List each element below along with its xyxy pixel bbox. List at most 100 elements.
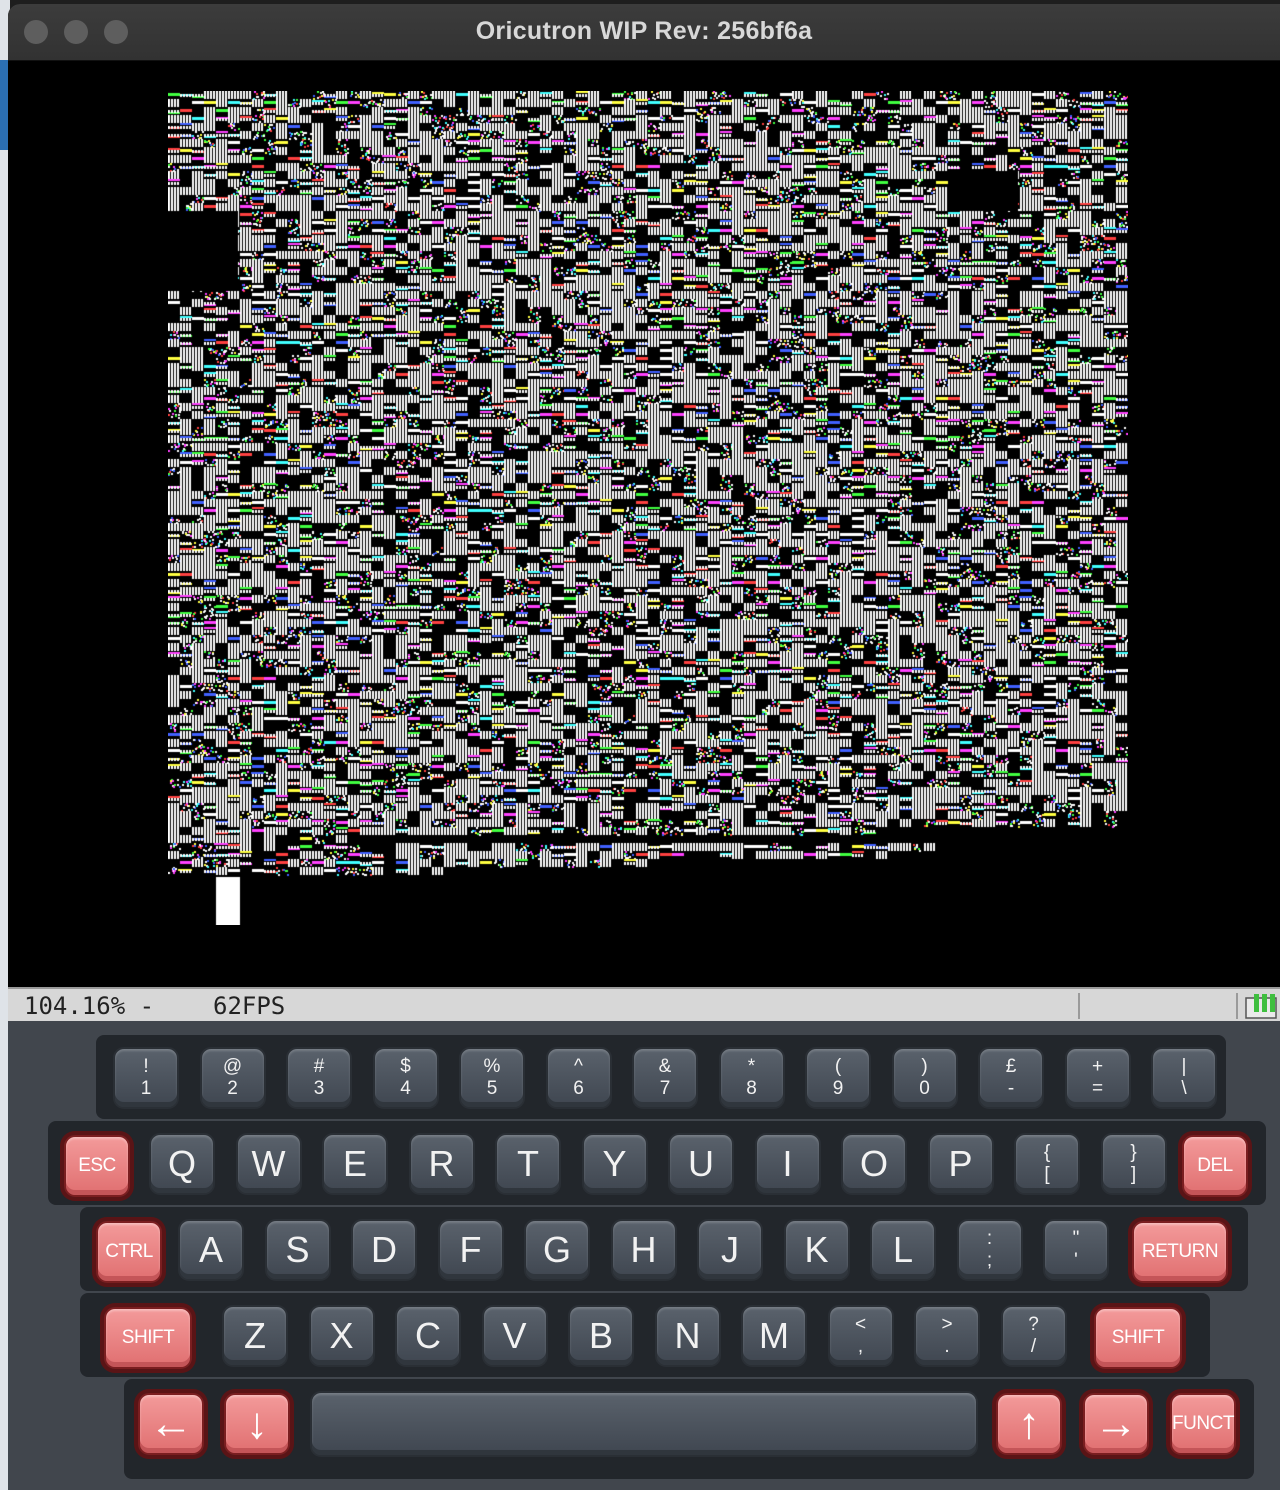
key-h[interactable]: H (610, 1219, 677, 1281)
key-punct-4-label: ? (1028, 1314, 1039, 1335)
key-y[interactable]: Y (581, 1133, 648, 1195)
fps-readout: 62FPS (213, 992, 286, 1020)
key-f[interactable]: F (437, 1219, 504, 1281)
key-9-8[interactable]: (9 (805, 1047, 871, 1109)
key-z-label: Z (244, 1315, 266, 1356)
right-arrow-key[interactable]: → (1083, 1393, 1149, 1455)
key-punct-2-label: , (857, 1336, 864, 1357)
key-7-6-label: & (658, 1056, 672, 1077)
key-5-4[interactable]: % 5 (459, 1047, 525, 1109)
key-l-label: L (892, 1229, 914, 1270)
down-arrow-key[interactable]: ↓ (224, 1393, 290, 1455)
key-3-2-label: 3 (313, 1078, 325, 1099)
key-punct-3[interactable]: >. (914, 1305, 980, 1367)
key-s[interactable]: S (264, 1219, 331, 1281)
key-punct-0[interactable]: :; (956, 1219, 1023, 1281)
return-key-label: RETURN (1141, 1241, 1219, 1262)
key-sym-12[interactable]: | \ (1151, 1047, 1217, 1109)
funct-key[interactable]: FUNCT (1170, 1393, 1236, 1455)
key-punct-0-label: : (986, 1228, 993, 1249)
key-o[interactable]: O (841, 1133, 907, 1195)
return-key[interactable]: RETURN (1132, 1221, 1228, 1283)
status-divider (1236, 993, 1238, 1019)
del-key[interactable]: DEL (1182, 1135, 1248, 1197)
key-2-1-label: 2 (227, 1078, 238, 1099)
key-bracket-1[interactable]: }] (1100, 1133, 1167, 1195)
key-punct-2[interactable]: <, (827, 1305, 894, 1367)
key-0-9[interactable]: ) 0 (891, 1047, 958, 1109)
del-key-label: DEL (1197, 1155, 1233, 1176)
key-v[interactable]: V (481, 1305, 548, 1367)
key-4-3[interactable]: $4 (372, 1047, 439, 1109)
key-7-6[interactable]: & 7 (632, 1047, 698, 1109)
key-r[interactable]: R (408, 1133, 475, 1195)
key-i[interactable]: I (754, 1133, 821, 1195)
key-y-label: Y (602, 1143, 627, 1184)
shift-left-key-label: SHIFT (121, 1327, 175, 1348)
key-a[interactable]: A (178, 1219, 244, 1281)
key-8-7-label: * (747, 1056, 756, 1077)
key-sym-10[interactable]: £ - (978, 1047, 1044, 1109)
key-9-8-label: ( (834, 1056, 842, 1077)
keyboard-row-bg (48, 1121, 1266, 1205)
key-b[interactable]: B (568, 1305, 634, 1367)
key-d-label: D (371, 1229, 397, 1270)
key-x[interactable]: X (308, 1305, 375, 1367)
shift-right-key[interactable]: SHIFT (1094, 1307, 1182, 1369)
key-t[interactable]: T (495, 1133, 561, 1195)
key-q-label: Q (167, 1143, 196, 1184)
key-punct-4[interactable]: ? / (1000, 1305, 1067, 1367)
oricutron-window: Oricutron WIP Rev: 256bf6a 104.16% - 62F… (8, 4, 1280, 1490)
key-6-5[interactable]: ^ 6 (545, 1047, 612, 1109)
oric-display[interactable] (168, 91, 1128, 925)
key-d[interactable]: D (351, 1219, 417, 1281)
key-u[interactable]: U (668, 1133, 734, 1195)
key-4-3-label: $ (400, 1056, 411, 1077)
key-sym-11-label: + (1091, 1056, 1104, 1077)
esc-key[interactable]: ESC (64, 1135, 130, 1197)
key-sym-10-label: - (1007, 1078, 1015, 1099)
emulator-screen-area[interactable] (8, 61, 1280, 987)
shift-left-key[interactable]: SHIFT (104, 1307, 192, 1369)
key-w[interactable]: W (235, 1133, 302, 1195)
key-o-label: O (859, 1143, 888, 1184)
funct-key-label: FUNCT (1172, 1413, 1234, 1434)
key-e[interactable]: E (322, 1133, 388, 1195)
key-8-7-label: 8 (746, 1078, 757, 1099)
key-c[interactable]: C (395, 1305, 461, 1367)
left-arrow-key[interactable]: ← (138, 1393, 204, 1455)
key-8-7[interactable]: * 8 (718, 1047, 785, 1109)
right-arrow-key-label: → (1094, 1399, 1138, 1448)
key-n-label: N (674, 1315, 701, 1356)
esc-key-label: ESC (78, 1155, 116, 1176)
key-bracket-1-label: } (1130, 1142, 1137, 1163)
key-z[interactable]: Z (222, 1305, 288, 1367)
key-sym-11[interactable]: + = (1064, 1047, 1131, 1109)
ctrl-key[interactable]: CTRL (96, 1221, 162, 1283)
key-a-label: A (198, 1229, 223, 1270)
key-p[interactable]: P (927, 1133, 994, 1195)
space-key[interactable] (310, 1391, 978, 1457)
key-3-2[interactable]: #3 (286, 1047, 352, 1109)
key-bracket-0[interactable]: {[ (1014, 1133, 1080, 1195)
key-6-5-label: 6 (573, 1078, 584, 1099)
key-3-2-label: # (313, 1056, 325, 1077)
key-j-label: J (721, 1229, 739, 1270)
key-punct-1[interactable]: " ' (1043, 1219, 1109, 1281)
key-m[interactable]: M (741, 1305, 807, 1367)
key-p-label: P (948, 1143, 973, 1184)
key-l[interactable]: L (870, 1219, 936, 1281)
key-k[interactable]: K (783, 1219, 850, 1281)
key-1-0-label: ! (143, 1056, 149, 1077)
title-bar[interactable]: Oricutron WIP Rev: 256bf6a (8, 4, 1280, 61)
up-arrow-key[interactable]: ↑ (996, 1393, 1062, 1455)
key-2-1[interactable]: @2 (199, 1047, 266, 1109)
key-b-label: B (588, 1315, 613, 1356)
key-q[interactable]: Q (149, 1133, 215, 1195)
key-g[interactable]: G (524, 1219, 590, 1281)
key-bracket-0-label: { (1043, 1142, 1051, 1163)
key-1-0[interactable]: ! 1 (113, 1047, 179, 1109)
key-n[interactable]: N (654, 1305, 721, 1367)
shift-right-key-label: SHIFT (1111, 1327, 1165, 1348)
key-j[interactable]: J (697, 1219, 763, 1281)
